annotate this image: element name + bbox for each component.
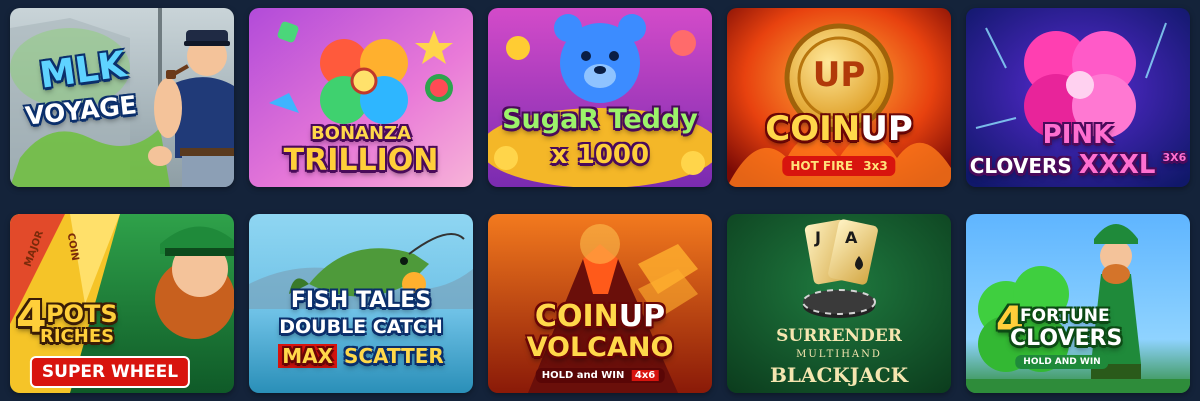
blackjack-title-line3: BLACKJACK [769,363,909,387]
volcano-badge-text: HOLD and WIN [541,370,625,381]
fortune-title-line3: CLOVERS [1010,326,1123,351]
game-grid: MLK VOYAGE BONANZA TRILLION SugaR Teddy … [10,8,1190,393]
game-tile-4-pots-riches[interactable]: MAJOR COIN 4 POTS RICHES SUPER WHEEL [10,214,234,393]
volcano-title-line2: UP [618,299,666,334]
fish-title-row3: MAX SCATTER [249,344,473,368]
sugar-title-line1: SugaR Teddy [502,104,698,135]
coin-up-title-part1: COIN [765,109,861,149]
pots-title-line2: POTS [46,300,118,328]
blackjack-title-line2: MULTIHAND [796,349,882,360]
pots-title-line3: RICHES [40,326,115,347]
blackjack-card1-rank: J [815,228,821,247]
pink-title-line2: CLOVERS [969,154,1072,178]
volcano-title-line1: COIN [534,299,619,334]
sugar-title-line2: x 1000 [550,140,650,170]
game-tile-bonanza-trillion[interactable]: BONANZA TRILLION [249,8,473,187]
game-tile-4-fortune-clovers[interactable]: 4 FORTUNE CLOVERS HOLD AND WIN [966,214,1190,393]
coin-up-title: COINUP [727,112,951,146]
pink-title-row2: CLOVERS XXXL 3X6 [966,152,1190,178]
fish-title-line1: FISH TALES [290,288,432,313]
game-tile-sugar-teddy[interactable]: SugaR Teddy x 1000 [488,8,712,187]
coin-up-badge-text: HOT FIRE [790,159,854,173]
coin-up-badge-grid: 3x3 [863,159,888,173]
game-tile-mlk-voyage[interactable]: MLK VOYAGE [10,8,234,187]
volcano-title-row1: COINUP [488,302,712,332]
volcano-badge: HOLD and WIN 4x6 [535,368,665,383]
volcano-badge-grid: 4x6 [631,370,659,381]
fish-title-line4: SCATTER [343,344,444,368]
coin-up-badge: HOT FIRE 3x3 [782,156,896,176]
game-tile-pink-clovers[interactable]: PINK CLOVERS XXXL 3X6 [966,8,1190,187]
coin-up-coin-text: UP [812,55,866,95]
pink-title-line1: PINK [1042,120,1114,150]
pink-title-line3: XXXL [1078,150,1156,180]
fish-title-line3: MAX [278,344,337,368]
fortune-badge: HOLD AND WIN [1015,355,1109,369]
game-tile-surrender-blackjack[interactable]: J A SURRENDER MULTIHAND BLACKJACK [727,214,951,393]
game-tile-coin-up-volcano[interactable]: COINUP VOLCANO HOLD and WIN 4x6 [488,214,712,393]
game-tile-coin-up-hot-fire[interactable]: UP COINUP HOT FIRE 3x3 [727,8,951,187]
fish-title-line2: DOUBLE CATCH [279,316,443,338]
pots-badge: SUPER WHEEL [29,356,191,388]
pink-badge: 3X6 [1162,151,1187,164]
blackjack-card2-rank: A [845,228,858,247]
game-tile-fish-tales[interactable]: FISH TALES DOUBLE CATCH MAX SCATTER [249,214,473,393]
coin-up-title-part2: UP [860,109,913,149]
bonanza-title-line1: BONANZA [310,123,412,144]
blackjack-title-line1: SURRENDER [776,326,902,346]
fortune-title-line2: FORTUNE [1020,306,1110,326]
bonanza-title-line2: TRILLION [283,143,439,178]
volcano-title-line3: VOLCANO [526,332,674,363]
